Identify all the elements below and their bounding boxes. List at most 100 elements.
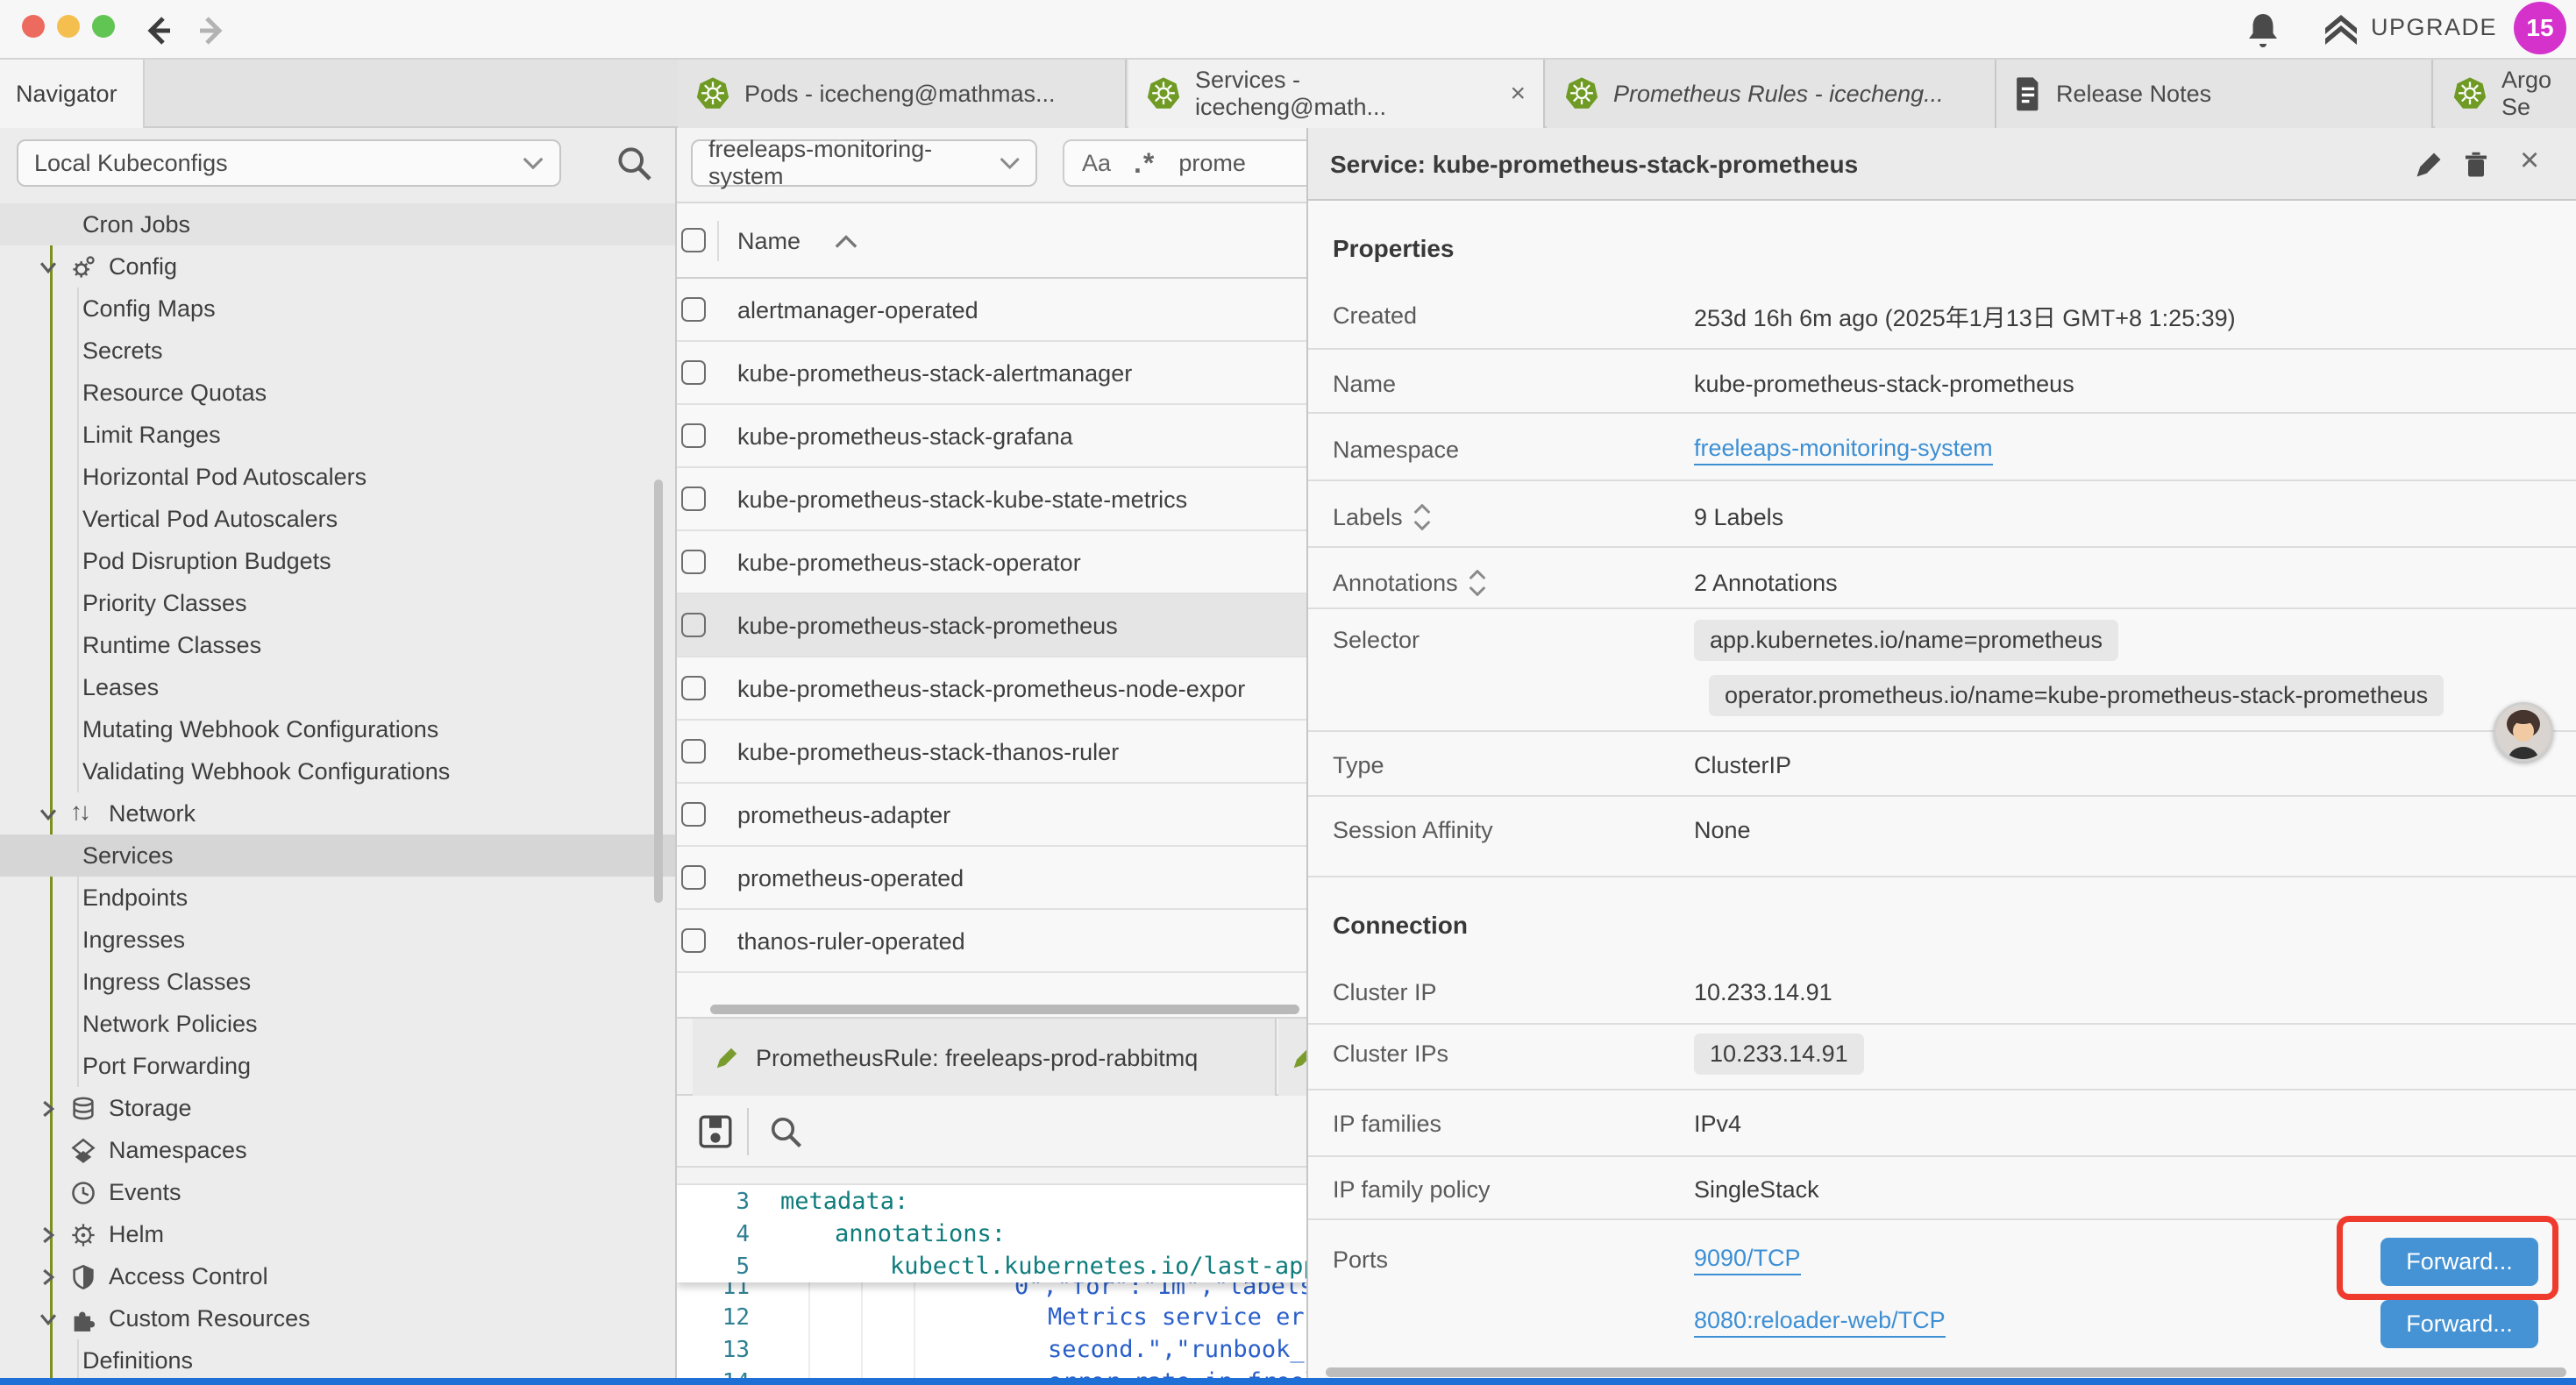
row-checkbox[interactable] <box>681 297 706 322</box>
sidebar-scrollbar[interactable] <box>654 479 663 903</box>
tab-services[interactable]: Services - icecheng@math... × <box>1128 60 1545 128</box>
sidebar-item-validating-webhook-configurations[interactable]: Validating Webhook Configurations <box>0 750 677 792</box>
forward-icon[interactable] <box>191 11 230 50</box>
sidebar-item-ingresses[interactable]: Ingresses <box>0 919 677 961</box>
sidebar-item-endpoints[interactable]: Endpoints <box>0 877 677 919</box>
sidebar-item-limit-ranges[interactable]: Limit Ranges <box>0 414 677 456</box>
sidebar-item-port-forwarding[interactable]: Port Forwarding <box>0 1045 677 1087</box>
tab-argo[interactable]: Argo Se <box>2435 60 2576 128</box>
table-row[interactable]: prometheus-adapter <box>677 784 1306 847</box>
sidebar-group-network[interactable]: ↑↓ Network <box>0 792 677 835</box>
tab-navigator[interactable]: Navigator <box>0 60 145 128</box>
editor-search-icon[interactable] <box>767 1113 804 1150</box>
row-checkbox[interactable] <box>681 865 706 890</box>
horizontal-scrollbar[interactable] <box>710 1005 1299 1014</box>
sidebar-item-secrets[interactable]: Secrets <box>0 330 677 372</box>
row-checkbox[interactable] <box>681 487 706 511</box>
namespace-select[interactable]: freeleaps-monitoring-system <box>691 139 1037 187</box>
sidebar-item-network-policies[interactable]: Network Policies <box>0 1003 677 1045</box>
row-checkbox[interactable] <box>681 613 706 637</box>
sidebar-item-priority-classes[interactable]: Priority Classes <box>0 582 677 624</box>
close-tab-icon[interactable]: × <box>1510 79 1526 109</box>
name-column-header[interactable]: Name <box>737 203 801 279</box>
chevron-down-icon[interactable] <box>39 1310 58 1329</box>
sidebar-item-namespaces[interactable]: Namespaces <box>0 1129 677 1171</box>
row-checkbox[interactable] <box>681 550 706 574</box>
yaml-editor[interactable]: 11 0","for":"1m","labels":{"service":"f … <box>677 1185 1306 1380</box>
notification-count-badge[interactable]: 15 <box>2514 2 2566 54</box>
sidebar-group-helm[interactable]: Helm <box>0 1213 677 1255</box>
sidebar-item-definitions[interactable]: Definitions <box>0 1339 677 1381</box>
table-row-selected[interactable]: kube-prometheus-stack-prometheus <box>677 594 1306 657</box>
regex-icon[interactable]: .* <box>1134 147 1156 180</box>
table-row[interactable]: kube-prometheus-stack-alertmanager <box>677 342 1306 405</box>
chevron-right-icon[interactable] <box>39 1225 58 1245</box>
table-row[interactable]: prometheus-operated <box>677 847 1306 910</box>
sidebar-item-mutating-webhook-configurations[interactable]: Mutating Webhook Configurations <box>0 708 677 750</box>
table-row[interactable]: kube-prometheus-stack-operator <box>677 531 1306 594</box>
editor-tab-partial[interactable] <box>1278 1019 1306 1097</box>
port-link[interactable]: 8080:reloader-web/TCP <box>1694 1307 1946 1338</box>
sidebar-item-ingress-classes[interactable]: Ingress Classes <box>0 961 677 1003</box>
table-row[interactable]: kube-prometheus-stack-prometheus-node-ex… <box>677 657 1306 721</box>
sidebar-item-horizontal-pod-autoscalers[interactable]: Horizontal Pod Autoscalers <box>0 456 677 498</box>
sidebar-group-storage[interactable]: Storage <box>0 1087 677 1129</box>
forward-port-button[interactable]: Forward... <box>2380 1300 2538 1348</box>
chevron-down-icon[interactable] <box>39 805 58 824</box>
delete-trash-icon[interactable] <box>2460 149 2492 181</box>
port-link[interactable]: 9090/TCP <box>1694 1245 1801 1275</box>
select-all-checkbox[interactable] <box>681 228 706 252</box>
webcam-avatar[interactable] <box>2494 702 2553 762</box>
row-checkbox[interactable] <box>681 676 706 700</box>
tab-prometheus-rules[interactable]: Prometheus Rules - icecheng... <box>1547 60 1996 128</box>
sidebar-item-resource-quotas[interactable]: Resource Quotas <box>0 372 677 414</box>
close-window-button[interactable] <box>22 15 45 38</box>
notifications-bell-icon[interactable] <box>2245 11 2281 49</box>
row-checkbox[interactable] <box>681 802 706 827</box>
row-checkbox[interactable] <box>681 928 706 953</box>
sidebar-item-events[interactable]: Events <box>0 1171 677 1213</box>
table-row[interactable]: kube-prometheus-stack-kube-state-metrics <box>677 468 1306 531</box>
minimize-window-button[interactable] <box>57 15 80 38</box>
chevron-right-icon[interactable] <box>39 1268 58 1287</box>
sidebar-item-vertical-pod-autoscalers[interactable]: Vertical Pod Autoscalers <box>0 498 677 540</box>
sidebar-item-cron-jobs[interactable]: Cron Jobs <box>0 203 677 245</box>
sort-ascending-icon[interactable] <box>835 235 857 249</box>
helm-wheel-icon <box>70 1222 96 1248</box>
chevron-down-icon[interactable] <box>39 258 58 277</box>
detail-horizontal-scrollbar[interactable] <box>1326 1367 2566 1377</box>
sidebar-group-access-control[interactable]: Access Control <box>0 1255 677 1297</box>
save-icon[interactable] <box>697 1113 734 1150</box>
table-row[interactable]: alertmanager-operated <box>677 279 1306 342</box>
upgrade-button[interactable]: UPGRADE <box>2371 14 2497 41</box>
sidebar-item-pod-disruption-budgets[interactable]: Pod Disruption Budgets <box>0 540 677 582</box>
sidebar-group-custom-resources[interactable]: Custom Resources <box>0 1297 677 1339</box>
tab-release-notes[interactable]: Release Notes <box>1996 60 2433 128</box>
sidebar-item-config-maps[interactable]: Config Maps <box>0 288 677 330</box>
table-row[interactable]: thanos-ruler-operated <box>677 910 1306 973</box>
sidebar-search-icon[interactable] <box>614 143 654 183</box>
sidebar-item-services[interactable]: Services <box>0 835 677 877</box>
expand-updown-icon[interactable] <box>1469 570 1486 596</box>
row-checkbox[interactable] <box>681 739 706 764</box>
chevron-right-icon[interactable] <box>39 1099 58 1119</box>
edit-pencil-icon[interactable] <box>2413 149 2444 181</box>
row-checkbox[interactable] <box>681 360 706 385</box>
editor-tab-prometheusrule[interactable]: PrometheusRule: freeleaps-prod-rabbitmq <box>693 1019 1277 1097</box>
table-row[interactable]: kube-prometheus-stack-thanos-ruler <box>677 721 1306 784</box>
table-row[interactable]: kube-prometheus-stack-grafana <box>677 405 1306 468</box>
close-panel-icon[interactable]: × <box>2520 142 2539 180</box>
sidebar-item-leases[interactable]: Leases <box>0 666 677 708</box>
match-case-icon[interactable]: Aa <box>1082 150 1111 177</box>
row-checkbox[interactable] <box>681 423 706 448</box>
kubeconfig-select[interactable]: Local Kubeconfigs <box>17 139 561 187</box>
back-icon[interactable] <box>140 11 179 50</box>
sidebar-group-config[interactable]: Config <box>0 245 677 288</box>
sidebar-item-runtime-classes[interactable]: Runtime Classes <box>0 624 677 666</box>
tab-pods[interactable]: Pods - icecheng@mathmas... <box>678 60 1127 128</box>
upgrade-icon[interactable] <box>2322 11 2360 49</box>
zoom-window-button[interactable] <box>92 15 115 38</box>
filter-input[interactable]: Aa .* prome <box>1063 139 1306 187</box>
namespace-link[interactable]: freeleaps-monitoring-system <box>1694 435 1993 465</box>
expand-updown-icon[interactable] <box>1413 504 1431 530</box>
